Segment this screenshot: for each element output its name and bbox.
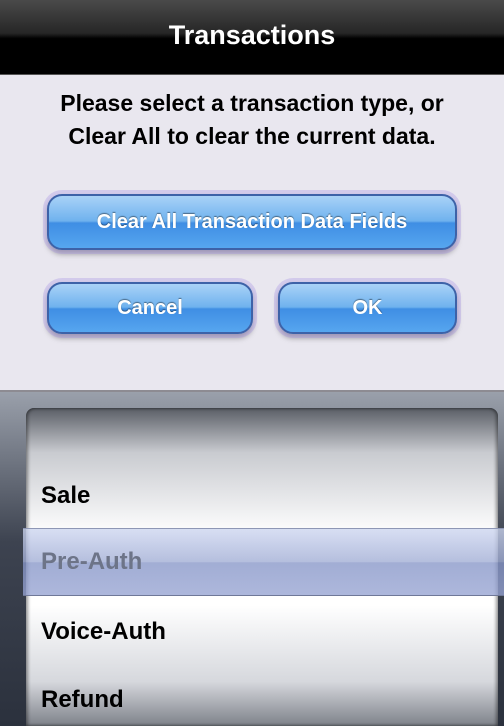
cancel-button[interactable]: Cancel bbox=[47, 282, 253, 334]
instruction-line-1: Please select a transaction type, or bbox=[60, 90, 444, 116]
clear-all-button[interactable]: Clear All Transaction Data Fields bbox=[47, 194, 457, 250]
ok-button-label: OK bbox=[352, 296, 383, 319]
picker-item-refund[interactable]: Refund bbox=[41, 686, 124, 714]
picker-item-sale[interactable]: Sale bbox=[41, 482, 90, 510]
picker-selection-indicator[interactable]: Pre-Auth bbox=[23, 528, 504, 596]
navigation-bar: Transactions bbox=[0, 0, 504, 75]
instruction-line-2: Clear All to clear the current data. bbox=[68, 123, 436, 149]
clear-all-button-label: Clear All Transaction Data Fields bbox=[96, 210, 408, 233]
instruction-text: Please select a transaction type, or Cle… bbox=[0, 87, 504, 153]
picker-item-pre-auth[interactable]: Pre-Auth bbox=[41, 548, 142, 576]
ok-button[interactable]: OK bbox=[278, 282, 457, 334]
cancel-button-label: Cancel bbox=[117, 296, 183, 319]
page-title: Transactions bbox=[168, 20, 336, 50]
picker-item-voice-auth[interactable]: Voice-Auth bbox=[41, 618, 166, 646]
